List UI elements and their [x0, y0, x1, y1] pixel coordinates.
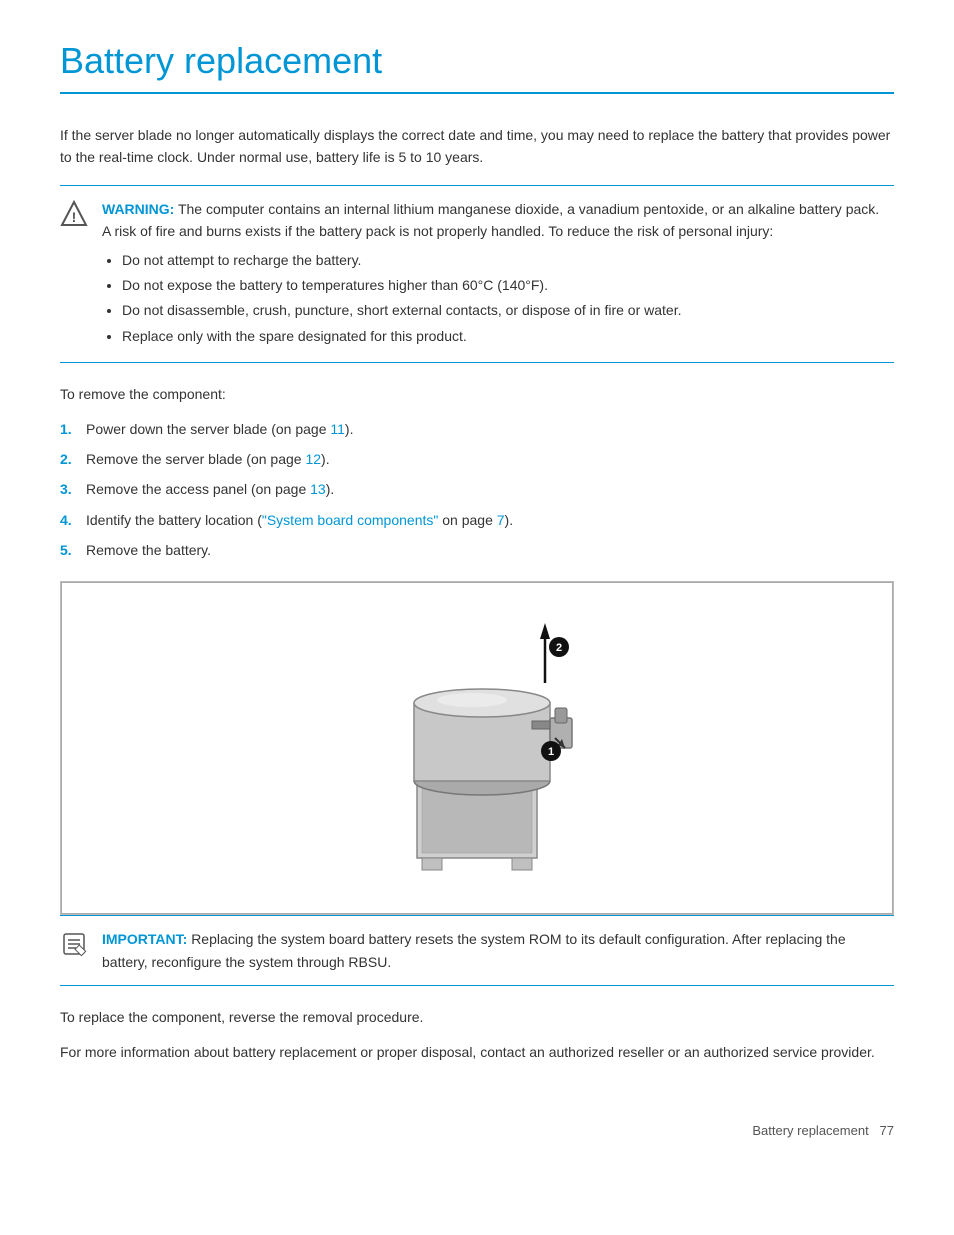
footer-title: Battery replacement — [752, 1123, 868, 1138]
to-remove-label: To remove the component: — [60, 383, 894, 405]
important-icon — [60, 930, 88, 961]
important-label: IMPORTANT: — [102, 931, 187, 947]
warning-bullet-1: Do not attempt to recharge the battery. — [122, 249, 882, 271]
step-4-text: Identify the battery location ("System b… — [86, 509, 513, 531]
step-3: 3. Remove the access panel (on page 13). — [60, 478, 894, 500]
step-2-num: 2. — [60, 448, 78, 470]
steps-list: 1. Power down the server blade (on page … — [60, 418, 894, 562]
page-footer: Battery replacement 77 — [60, 1123, 894, 1138]
step-2-text: Remove the server blade (on page 12). — [86, 448, 330, 470]
warning-bullet-4: Replace only with the spare designated f… — [122, 325, 882, 347]
svg-text:!: ! — [72, 209, 77, 225]
step-4-page-link[interactable]: 7 — [497, 512, 505, 528]
step-5-text: Remove the battery. — [86, 539, 211, 561]
step-5: 5. Remove the battery. — [60, 539, 894, 561]
warning-content: WARNING: The computer contains an intern… — [102, 198, 882, 350]
step-3-num: 3. — [60, 478, 78, 500]
battery-diagram: 1 2 — [307, 603, 647, 893]
step-2: 2. Remove the server blade (on page 12). — [60, 448, 894, 470]
step-1: 1. Power down the server blade (on page … — [60, 418, 894, 440]
important-content: IMPORTANT: Replacing the system board ba… — [102, 928, 882, 973]
svg-text:2: 2 — [556, 642, 562, 654]
warning-bullet-2: Do not expose the battery to temperature… — [122, 274, 882, 296]
step-5-num: 5. — [60, 539, 78, 561]
battery-image-box: 1 2 — [61, 582, 893, 914]
step-3-text: Remove the access panel (on page 13). — [86, 478, 334, 500]
step-2-link[interactable]: 12 — [305, 451, 321, 467]
important-text: Replacing the system board battery reset… — [102, 931, 846, 969]
step-1-text: Power down the server blade (on page 11)… — [86, 418, 353, 440]
step-1-num: 1. — [60, 418, 78, 440]
warning-text: The computer contains an internal lithiu… — [102, 201, 879, 239]
svg-text:1: 1 — [548, 746, 554, 758]
step-4: 4. Identify the battery location ("Syste… — [60, 509, 894, 531]
footer-label: Battery replacement 77 — [752, 1123, 894, 1138]
intro-paragraph: If the server blade no longer automatica… — [60, 124, 894, 169]
step-1-link[interactable]: 11 — [330, 421, 345, 437]
step-3-link[interactable]: 13 — [310, 481, 326, 497]
warning-bullets: Do not attempt to recharge the battery. … — [122, 249, 882, 348]
warning-bullet-3: Do not disassemble, crush, puncture, sho… — [122, 299, 882, 321]
more-info-paragraph: For more information about battery repla… — [60, 1041, 894, 1063]
step-4-num: 4. — [60, 509, 78, 531]
warning-icon: ! — [60, 200, 88, 231]
step-4-link[interactable]: "System board components" — [262, 512, 438, 528]
important-box: IMPORTANT: Replacing the system board ba… — [60, 915, 894, 986]
warning-label: WARNING: — [102, 201, 174, 217]
footer-page-num: 77 — [880, 1123, 894, 1138]
replace-paragraph: To replace the component, reverse the re… — [60, 1006, 894, 1028]
warning-box: ! WARNING: The computer contains an inte… — [60, 185, 894, 363]
page-title: Battery replacement — [60, 40, 894, 94]
battery-image-wrapper: 1 2 — [60, 581, 894, 915]
